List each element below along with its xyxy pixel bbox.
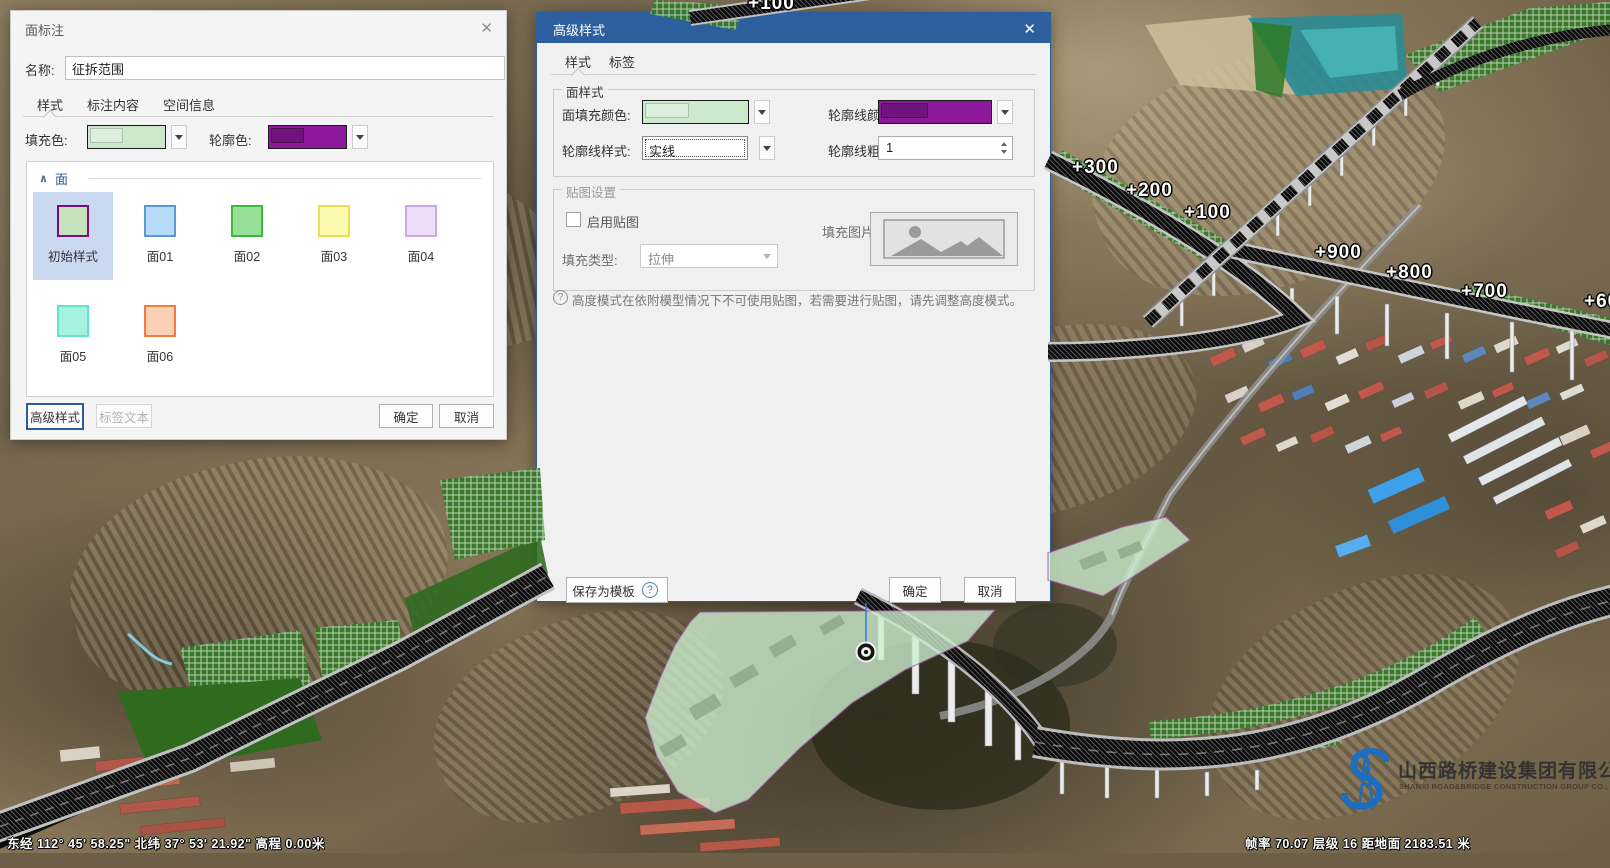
elevation-label: +700 [1461,281,1508,303]
company-name-cn: 山西路桥建设集团有限公司 [1398,756,1610,783]
company-watermark: 山西路桥建设集团有限公司 SHANXI ROAD&BRIDGE CONSTRUC… [1328,744,1610,829]
company-name-en: SHANXI ROAD&BRIDGE CONSTRUCTION GROUP CO… [1399,782,1610,791]
elevation-label: +800 [1386,262,1433,284]
map-overlay [0,0,1610,853]
elevation-label: +600 [1584,291,1610,313]
app-root: { "map": { "elevation_labels": [ {"text"… [0,0,1610,853]
warehouse-buildings [1335,396,1572,558]
elevation-label: +100 [1184,202,1231,224]
elevation-label: +200 [1126,180,1173,202]
company-logo-icon [1328,744,1398,824]
elevation-label: +100 [748,0,795,15]
status-coordinates: 东经 112° 45' 58.25" 北纬 37° 53' 21.92" 高程 … [7,833,325,852]
status-performance: 帧率 70.07 层级 16 距地面 2183.51 米 [1245,833,1470,852]
elevation-label: +900 [1315,242,1362,264]
elevation-label: +300 [1072,157,1119,179]
